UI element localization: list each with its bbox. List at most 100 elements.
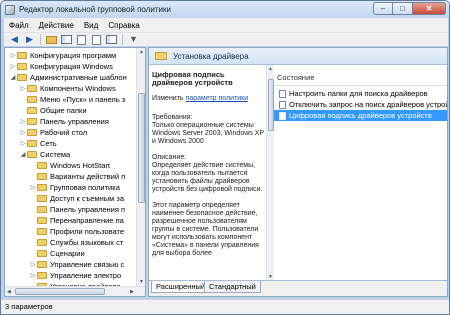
- tree-item-label: Варианты действий п: [50, 172, 126, 181]
- description-more-text: Этот параметр определяет наименее безопа…: [152, 202, 259, 257]
- expander-icon[interactable]: ▷: [19, 129, 27, 136]
- expander-icon[interactable]: ▷: [29, 272, 37, 279]
- tree-item-label: Административные шаблон: [30, 73, 127, 82]
- main-window: Редактор локальной групповой политики – …: [0, 0, 450, 315]
- menu-file[interactable]: Файл: [4, 21, 34, 30]
- edit-policy-link[interactable]: параметр политики: [186, 95, 249, 102]
- app-icon: [5, 4, 15, 15]
- tree-item[interactable]: ▷ Групповая политика: [29, 182, 120, 193]
- setting-description: Цифровая подпись драйверов устройств Изм…: [149, 65, 266, 281]
- tree-item[interactable]: Панель управления п: [29, 204, 125, 215]
- expander-icon[interactable]: ◢: [9, 74, 17, 81]
- list-item-label: Отключить запрос на поиск драйверов устр…: [289, 100, 447, 109]
- expander-icon[interactable]: ◢: [19, 151, 27, 158]
- help-icon[interactable]: [90, 34, 103, 46]
- tab-extended[interactable]: Расширенный: [151, 281, 211, 293]
- scroll-up-icon[interactable]: ▲: [139, 49, 144, 55]
- policy-setting-icon: [279, 111, 286, 120]
- tree-item[interactable]: Меню «Пуск» и панель з: [19, 94, 125, 105]
- tree-item-label: Службы языковых ст: [50, 238, 124, 247]
- tree-item[interactable]: Общие папки: [19, 105, 87, 116]
- maximize-button[interactable]: □: [393, 2, 413, 15]
- tree-vertical-scrollbar[interactable]: ▲ ▼: [136, 48, 145, 286]
- toolbar: ◀ ▶ ▼: [4, 32, 448, 46]
- description-scrollbar[interactable]: ▲ ▼: [266, 65, 274, 281]
- tree-item[interactable]: Сценарии: [29, 248, 85, 259]
- expander-icon[interactable]: ▷: [9, 63, 17, 70]
- scroll-thumb[interactable]: [15, 288, 105, 295]
- tree-item[interactable]: ▷ Управление связью с: [29, 259, 125, 270]
- tree-item[interactable]: Профили пользовате: [29, 226, 124, 237]
- list-item-selected[interactable]: Цифровая подпись драйверов устройств: [274, 110, 447, 121]
- forward-icon[interactable]: ▶: [23, 34, 36, 46]
- export-icon[interactable]: [75, 34, 88, 46]
- tree-item-label: Общие папки: [40, 106, 87, 115]
- tree-item[interactable]: ▷ Компоненты Windows: [19, 83, 116, 94]
- menu-bar: Файл Действие Вид Справка: [4, 18, 448, 32]
- details-pane: Установка драйвера Цифровая подпись драй…: [148, 47, 448, 297]
- up-folder-icon[interactable]: [45, 34, 58, 46]
- scroll-right-icon[interactable]: ▶: [130, 289, 134, 295]
- tree-item[interactable]: ▷ Панель управления: [19, 116, 109, 127]
- menu-action[interactable]: Действие: [34, 21, 79, 30]
- toolbar-separator: [122, 34, 123, 45]
- folder-icon: [37, 206, 47, 213]
- folder-icon: [17, 74, 27, 81]
- menu-view[interactable]: Вид: [79, 21, 103, 30]
- expander-icon[interactable]: ▷: [29, 184, 37, 191]
- tree-item[interactable]: ▷ Рабочий стол: [19, 127, 87, 138]
- scroll-left-icon[interactable]: ◀: [7, 289, 11, 295]
- column-header-state[interactable]: Состояние: [274, 73, 447, 86]
- title-bar[interactable]: Редактор локальной групповой политики – …: [1, 1, 449, 18]
- menu-help[interactable]: Справка: [103, 21, 144, 30]
- folder-icon: [37, 250, 47, 257]
- tree-item-label: Меню «Пуск» и панель з: [40, 95, 126, 104]
- tree-item-label: Профили пользовате: [50, 227, 125, 236]
- folder-icon: [37, 261, 47, 268]
- expander-icon[interactable]: ▷: [29, 261, 37, 268]
- tree-horizontal-scrollbar[interactable]: ◀ ▶: [5, 286, 145, 296]
- tree-item[interactable]: ◢ Система: [19, 149, 71, 160]
- folder-icon: [155, 52, 167, 60]
- tree-item[interactable]: ◢ Административные шаблон: [9, 72, 127, 83]
- tree-item[interactable]: ▷ Сеть: [19, 138, 57, 149]
- scroll-down-icon[interactable]: ▼: [139, 279, 144, 285]
- expander-icon[interactable]: ▷: [9, 52, 17, 59]
- scroll-up-icon[interactable]: ▲: [268, 66, 273, 72]
- expander-icon[interactable]: ▷: [19, 140, 27, 147]
- requirements-text: Требования: Только операционные системы …: [152, 114, 264, 145]
- properties-icon[interactable]: [105, 34, 118, 46]
- tree-item-label: Панель управления п: [50, 205, 126, 214]
- minimize-button[interactable]: –: [373, 2, 393, 15]
- tree-item[interactable]: Windows HotStart: [29, 160, 110, 171]
- expander-icon[interactable]: ▷: [19, 118, 27, 125]
- tree-item[interactable]: Доступ к съемным за: [29, 193, 124, 204]
- tree-item-label: Доступ к съемным за: [50, 194, 125, 203]
- list-item[interactable]: Настроить папки для поиска драйверов: [274, 88, 447, 99]
- folder-icon: [27, 140, 37, 147]
- setting-title: Цифровая подпись драйверов устройств: [152, 70, 233, 87]
- tree-item[interactable]: Перенаправление па: [29, 215, 124, 226]
- tree-item-label: Сеть: [40, 139, 57, 148]
- tree-item-label: Система: [40, 150, 71, 159]
- tab-standard[interactable]: Стандартный: [204, 281, 261, 293]
- folder-icon: [27, 151, 37, 158]
- tree-item[interactable]: ▷ Конфигурация программ: [9, 50, 117, 61]
- show-pane-icon[interactable]: [60, 34, 73, 46]
- scroll-thumb[interactable]: [138, 93, 145, 203]
- tree-item-label: Панель управления: [40, 117, 109, 126]
- list-item[interactable]: Отключить запрос на поиск драйверов устр…: [274, 99, 447, 110]
- folder-icon: [27, 129, 37, 136]
- tree-item-label: Сценарии: [50, 249, 85, 258]
- navigation-tree[interactable]: ▷ Конфигурация программ ▷ Конфигурация Win…: [4, 47, 146, 297]
- tree-item[interactable]: Варианты действий п: [29, 171, 125, 182]
- tree-item[interactable]: Службы языковых ст: [29, 237, 123, 248]
- folder-icon: [27, 85, 37, 92]
- filter-icon[interactable]: ▼: [127, 34, 140, 46]
- expander-icon[interactable]: ▷: [19, 85, 27, 92]
- tree-item[interactable]: ▷ Управление электро: [29, 270, 121, 281]
- tree-item[interactable]: ▷ Конфигурация Windows: [9, 61, 113, 72]
- back-icon[interactable]: ◀: [8, 34, 21, 46]
- close-button[interactable]: ✕: [413, 2, 446, 15]
- folder-icon: [37, 272, 47, 279]
